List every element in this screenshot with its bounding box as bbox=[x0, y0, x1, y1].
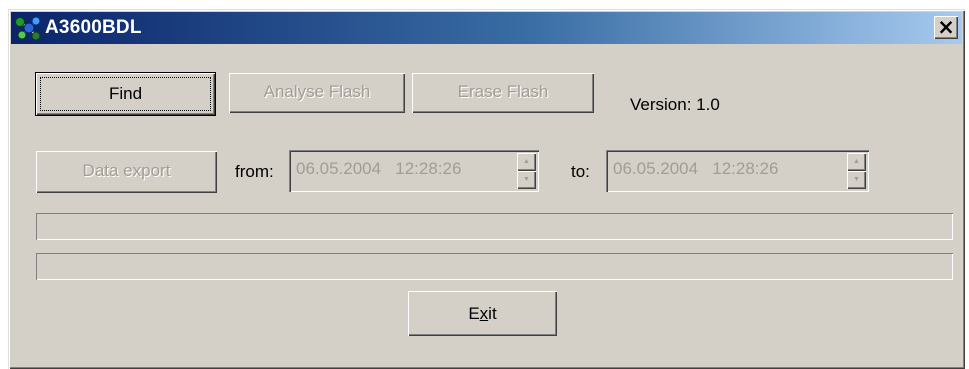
title-bar[interactable]: A3600BDL × bbox=[11, 12, 962, 44]
spin-down-icon[interactable]: ▼ bbox=[517, 171, 536, 189]
exit-button-label: Exit bbox=[468, 304, 497, 323]
progress-bar-1 bbox=[36, 213, 953, 240]
from-datetime-picker[interactable]: 06.05.2004 12:28:26 ▲ ▼ bbox=[289, 150, 539, 192]
version-label: Version: 1.0 bbox=[630, 95, 720, 114]
analyse-flash-label: Analyse Flash bbox=[263, 82, 371, 101]
exit-mnemonic: x bbox=[479, 304, 489, 323]
close-icon: × bbox=[937, 15, 955, 39]
main-window: A3600BDL × Find Analyse Flash Erase Flas… bbox=[8, 9, 965, 369]
spin-up-icon[interactable]: ▲ bbox=[517, 153, 536, 171]
analyse-flash-button[interactable]: Analyse Flash bbox=[229, 73, 405, 113]
data-export-label: Data export bbox=[82, 161, 171, 180]
from-label: from: bbox=[235, 162, 274, 181]
to-spinner[interactable]: ▲ ▼ bbox=[847, 153, 866, 189]
close-button[interactable]: × bbox=[934, 16, 958, 39]
to-datetime-value: 06.05.2004 12:28:26 bbox=[613, 159, 779, 178]
exit-button[interactable]: Exit bbox=[408, 291, 557, 336]
progress-bar-2 bbox=[36, 253, 953, 280]
find-button[interactable]: Find bbox=[35, 72, 216, 116]
to-datetime-picker[interactable]: 06.05.2004 12:28:26 ▲ ▼ bbox=[606, 150, 869, 192]
to-label: to: bbox=[571, 162, 590, 181]
find-button-label: Find bbox=[108, 84, 143, 103]
erase-flash-label: Erase Flash bbox=[457, 82, 549, 101]
spin-up-icon[interactable]: ▲ bbox=[847, 153, 866, 171]
spin-down-icon[interactable]: ▼ bbox=[847, 171, 866, 189]
app-molecule-icon bbox=[15, 16, 41, 41]
data-export-button[interactable]: Data export bbox=[36, 151, 217, 193]
from-datetime-value: 06.05.2004 12:28:26 bbox=[296, 159, 462, 178]
from-spinner[interactable]: ▲ ▼ bbox=[517, 153, 536, 189]
window-title: A3600BDL bbox=[45, 17, 142, 38]
erase-flash-button[interactable]: Erase Flash bbox=[412, 73, 594, 113]
